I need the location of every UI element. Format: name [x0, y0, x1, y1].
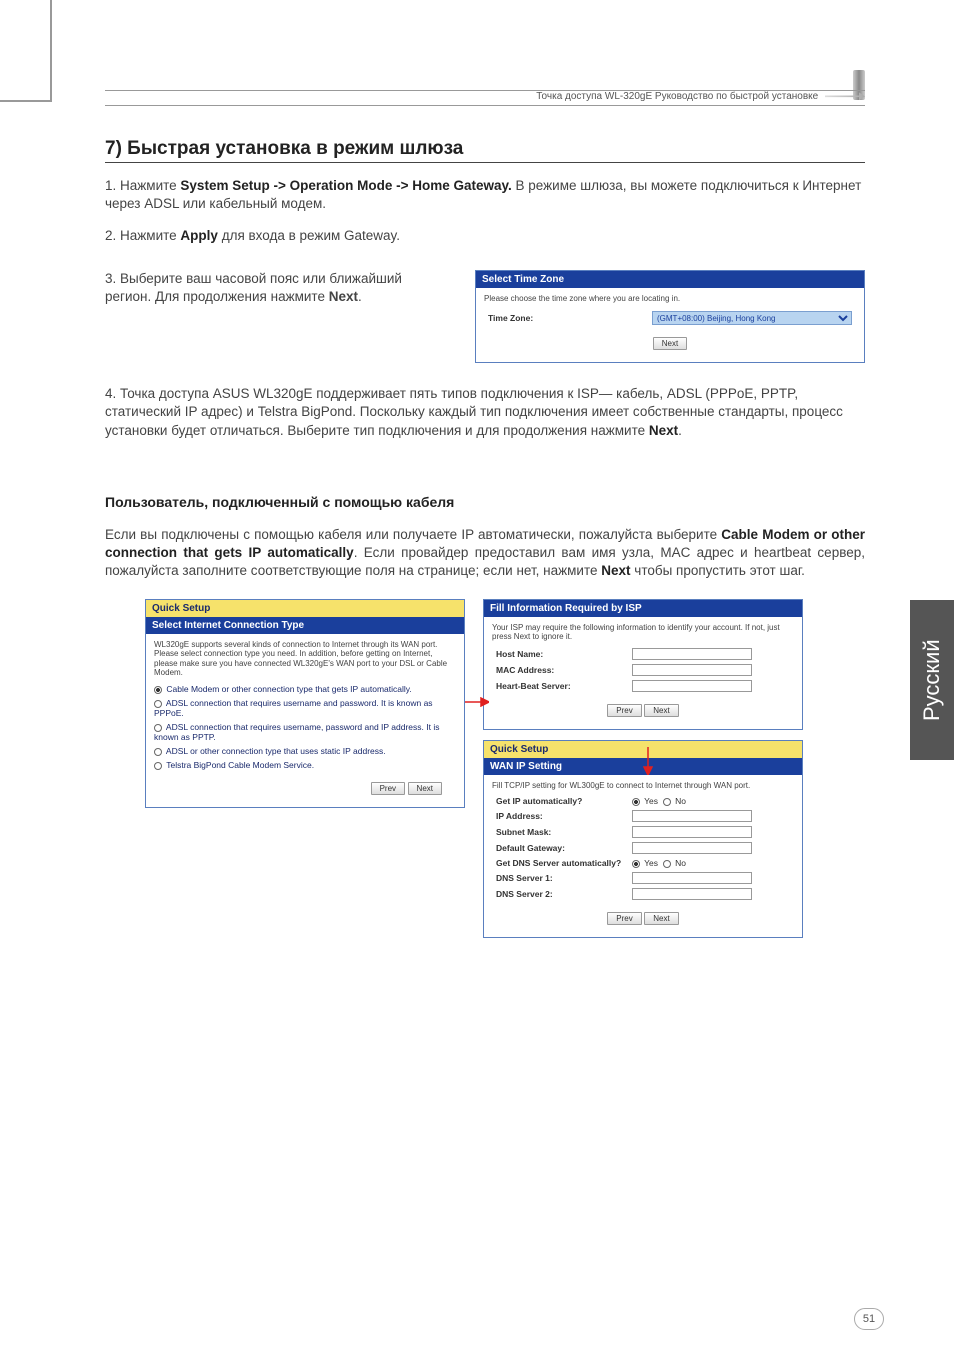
- page-top: Точка доступа WL-320gE Руководство по бы…: [105, 90, 865, 106]
- conn-next-button[interactable]: Next: [408, 782, 442, 795]
- wan-dns-no: No: [675, 858, 686, 868]
- conn-option-pptp[interactable]: ADSL connection that requires username, …: [154, 722, 456, 742]
- cable-d: Next: [601, 563, 630, 578]
- panel-timezone-title: Select Time Zone: [476, 271, 864, 288]
- wan-no: No: [675, 796, 686, 806]
- right-panels-col: Fill Information Required by ISP Your IS…: [483, 599, 803, 939]
- step2-post: для входа в режим Gateway.: [218, 228, 400, 243]
- isp-title: Fill Information Required by ISP: [484, 600, 802, 617]
- step2-bold: Apply: [180, 228, 218, 243]
- page-binding-edge-horz: [0, 100, 52, 102]
- cable-user-paragraph: Если вы подключены с помощью кабеля или …: [105, 526, 865, 581]
- isp-mac-label: MAC Address:: [492, 662, 628, 678]
- isp-heartbeat-label: Heart-Beat Server:: [492, 678, 628, 694]
- conn-prev-button[interactable]: Prev: [371, 782, 405, 795]
- wan-getip-radios[interactable]: Yes No: [628, 794, 794, 808]
- conn-option-cable-label: Cable Modem or other connection type tha…: [166, 684, 411, 694]
- step3-bold: Next: [329, 289, 358, 304]
- panels-grid: Quick Setup Select Internet Connection T…: [145, 599, 865, 939]
- step1-bold: System Setup -> Operation Mode -> Home G…: [180, 178, 511, 193]
- timezone-select[interactable]: (GMT+08:00) Beijing, Hong Kong: [652, 311, 852, 325]
- conn-option-pppoe[interactable]: ADSL connection that requires username a…: [154, 698, 456, 718]
- cable-a: Если вы подключены с помощью кабеля или …: [105, 527, 721, 542]
- radio-icon: [154, 748, 162, 756]
- isp-next-button[interactable]: Next: [644, 704, 678, 717]
- wan-dns1-label: DNS Server 1:: [492, 870, 628, 886]
- conn-option-pppoe-label: ADSL connection that requires username a…: [154, 698, 433, 718]
- cable-e: чтобы пропустить этот шаг.: [631, 563, 805, 578]
- radio-icon: [154, 724, 162, 732]
- wan-dns2-label: DNS Server 2:: [492, 886, 628, 902]
- language-side-tab: Русский: [910, 600, 954, 760]
- radio-icon: [632, 860, 640, 868]
- wan-subnet-input[interactable]: [632, 826, 752, 838]
- page-content: Точка доступа WL-320gE Руководство по бы…: [105, 90, 865, 938]
- wan-next-button[interactable]: Next: [644, 912, 678, 925]
- timezone-label: Time Zone:: [484, 309, 648, 327]
- step4-b: .: [678, 423, 682, 438]
- panel-conn-type: Quick Setup Select Internet Connection T…: [145, 599, 465, 808]
- conn-option-bigpond[interactable]: Telstra BigPond Cable Modem Service.: [154, 760, 456, 770]
- section-title: 7) Быстрая установка в режим шлюза: [105, 138, 865, 163]
- conn-type-title-blue: Select Internet Connection Type: [146, 617, 464, 634]
- wan-subnet-label: Subnet Mask:: [492, 824, 628, 840]
- radio-icon: [632, 798, 640, 806]
- step4-bold: Next: [649, 423, 678, 438]
- conn-option-cable[interactable]: Cable Modem or other connection type tha…: [154, 684, 456, 694]
- conn-type-desc: WL320gE supports several kinds of connec…: [154, 640, 456, 678]
- radio-icon: [154, 700, 162, 708]
- radio-icon: [154, 686, 162, 694]
- conn-option-bigpond-label: Telstra BigPond Cable Modem Service.: [166, 760, 314, 770]
- wan-gateway-label: Default Gateway:: [492, 840, 628, 856]
- conn-option-static-label: ADSL or other connection type that uses …: [166, 746, 386, 756]
- header-text: Точка доступа WL-320gE Руководство по бы…: [536, 91, 818, 102]
- conn-type-title-yellow: Quick Setup: [146, 600, 464, 617]
- wan-getdns-label: Get DNS Server automatically?: [492, 856, 628, 870]
- isp-heartbeat-input[interactable]: [632, 680, 752, 692]
- wan-dns-yes: Yes: [644, 858, 658, 868]
- cable-user-subtitle: Пользователь, подключенный с помощью каб…: [105, 494, 865, 510]
- radio-icon: [154, 762, 162, 770]
- isp-hostname-input[interactable]: [632, 648, 752, 660]
- step1-pre: 1. Нажмите: [105, 178, 180, 193]
- wan-desc: Fill TCP/IP setting for WL300gE to conne…: [492, 781, 794, 791]
- step-3-text: 3. Выберите ваш часовой пояс или ближайш…: [105, 270, 405, 306]
- wan-dns1-input[interactable]: [632, 872, 752, 884]
- step-4-text: 4. Точка доступа ASUS WL320gE поддержива…: [105, 385, 865, 440]
- header-arrow-icon: [825, 92, 865, 100]
- step2-pre: 2. Нажмите: [105, 228, 180, 243]
- page-number: 51: [854, 1308, 884, 1330]
- step4-a: 4. Точка доступа ASUS WL320gE поддержива…: [105, 386, 843, 437]
- radio-icon: [663, 860, 671, 868]
- isp-prev-button[interactable]: Prev: [607, 704, 641, 717]
- wan-gateway-input[interactable]: [632, 842, 752, 854]
- page-binding-edge-vert: [50, 0, 52, 100]
- conn-option-pptp-label: ADSL connection that requires username, …: [154, 722, 439, 742]
- isp-hostname-label: Host Name:: [492, 646, 628, 662]
- wan-prev-button[interactable]: Prev: [607, 912, 641, 925]
- flow-arrow-down-icon: [643, 747, 653, 775]
- flow-arrow-right-icon: [465, 697, 489, 707]
- panel-timezone-instruction: Please choose the time zone where you ar…: [484, 294, 856, 304]
- panel-conn-type-col: Quick Setup Select Internet Connection T…: [145, 599, 465, 939]
- wan-ip-input[interactable]: [632, 810, 752, 822]
- step3-b: .: [358, 289, 362, 304]
- running-header: Точка доступа WL-320gE Руководство по бы…: [105, 91, 865, 106]
- step-3-row: 3. Выберите ваш часовой пояс или ближайш…: [105, 270, 865, 364]
- radio-icon: [663, 798, 671, 806]
- timezone-next-button[interactable]: Next: [653, 337, 687, 350]
- isp-desc: Your ISP may require the following infor…: [492, 623, 794, 642]
- step-1-text: 1. Нажмите System Setup -> Operation Mod…: [105, 177, 865, 213]
- panel-timezone: Select Time Zone Please choose the time …: [475, 270, 865, 364]
- wan-dns2-input[interactable]: [632, 888, 752, 900]
- wan-yes: Yes: [644, 796, 658, 806]
- wan-getdns-radios[interactable]: Yes No: [628, 856, 794, 870]
- wan-getip-label: Get IP automatically?: [492, 794, 628, 808]
- wan-ip-label: IP Address:: [492, 808, 628, 824]
- conn-option-static[interactable]: ADSL or other connection type that uses …: [154, 746, 456, 756]
- step-2-text: 2. Нажмите Apply для входа в режим Gatew…: [105, 227, 865, 245]
- panel-isp-info: Fill Information Required by ISP Your IS…: [483, 599, 803, 730]
- isp-mac-input[interactable]: [632, 664, 752, 676]
